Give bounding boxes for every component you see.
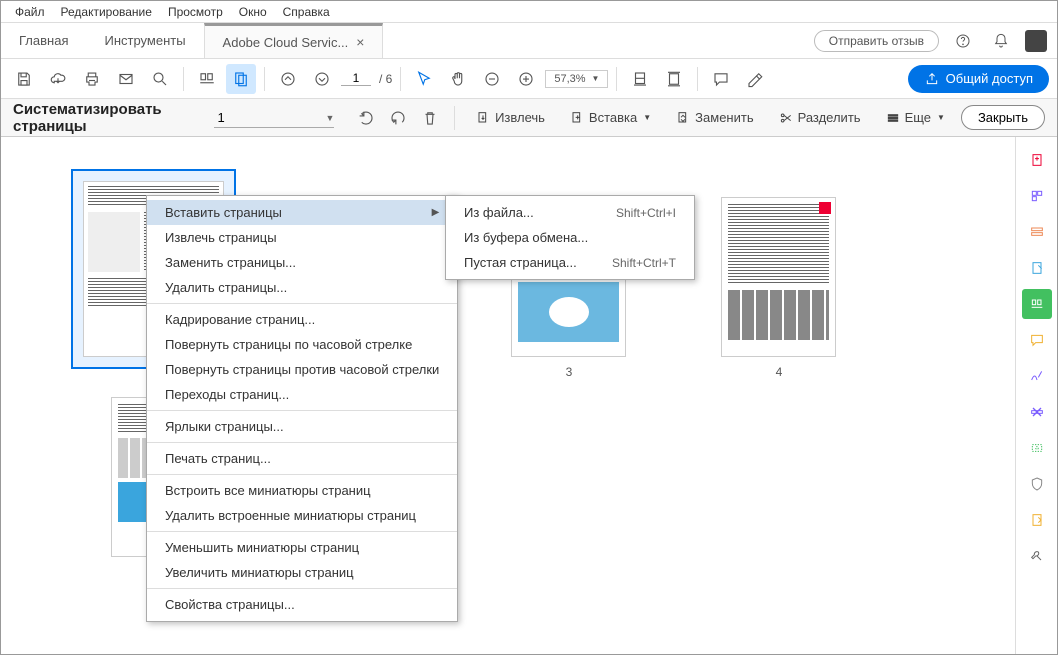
- organize-icon[interactable]: [192, 64, 222, 94]
- submenu-from-file[interactable]: Из файла...Shift+Ctrl+I: [446, 200, 694, 225]
- cloud-icon[interactable]: [43, 64, 73, 94]
- menu-replace-pages[interactable]: Заменить страницы...: [147, 250, 457, 275]
- search-icon[interactable]: [145, 64, 175, 94]
- menu-extract-pages[interactable]: Извлечь страницы: [147, 225, 457, 250]
- menu-rotate-ccw[interactable]: Повернуть страницы против часовой стрелк…: [147, 357, 457, 382]
- menu-file[interactable]: Файл: [9, 3, 51, 21]
- rp-organize-icon[interactable]: [1022, 289, 1052, 319]
- submenu-blank-page[interactable]: Пустая страница...Shift+Ctrl+T: [446, 250, 694, 275]
- bell-icon[interactable]: [987, 27, 1015, 55]
- fit-width-icon[interactable]: [625, 64, 655, 94]
- page-total: / 6: [379, 72, 392, 86]
- select-tool-icon[interactable]: [409, 64, 439, 94]
- tab-label: Adobe Cloud Servic...: [223, 35, 349, 50]
- main-area: 3 4 Вставить страницы▶ Из файла...Shift+…: [1, 137, 1057, 654]
- menubar: Файл Редактирование Просмотр Окно Справк…: [1, 1, 1057, 23]
- delete-icon[interactable]: [418, 103, 442, 133]
- tab-document[interactable]: Adobe Cloud Servic... ×: [204, 23, 384, 58]
- rp-create-pdf-icon[interactable]: [1022, 145, 1052, 175]
- rp-more-tools-icon[interactable]: [1022, 541, 1052, 571]
- menu-enlarge-thumbs[interactable]: Увеличить миниатюры страниц: [147, 560, 457, 585]
- mail-icon[interactable]: [111, 64, 141, 94]
- close-button[interactable]: Закрыть: [961, 105, 1045, 130]
- zoom-in-icon[interactable]: [511, 64, 541, 94]
- close-icon[interactable]: ×: [356, 34, 364, 50]
- rp-edit-pdf-icon[interactable]: [1022, 181, 1052, 211]
- thumbnail-label-3: 3: [504, 365, 634, 379]
- organize-toolbar: Систематизировать страницы ▼ Извлечь Вст…: [1, 99, 1057, 137]
- help-icon[interactable]: [949, 27, 977, 55]
- avatar[interactable]: [1025, 30, 1047, 52]
- split-button[interactable]: Разделить: [770, 106, 869, 130]
- submenu-insert: Из файла...Shift+Ctrl+I Из буфера обмена…: [445, 195, 695, 280]
- page-number-input[interactable]: [341, 71, 371, 86]
- submenu-from-clipboard[interactable]: Из буфера обмена...: [446, 225, 694, 250]
- menu-view[interactable]: Просмотр: [162, 3, 229, 21]
- rp-export-icon[interactable]: [1022, 217, 1052, 247]
- menu-insert-pages[interactable]: Вставить страницы▶ Из файла...Shift+Ctrl…: [147, 200, 457, 225]
- tab-tools[interactable]: Инструменты: [86, 23, 203, 58]
- page-range-select[interactable]: [214, 108, 334, 128]
- menu-transitions[interactable]: Переходы страниц...: [147, 382, 457, 407]
- thumbnail-label-4: 4: [714, 365, 844, 379]
- menu-help[interactable]: Справка: [277, 3, 336, 21]
- menu-rotate-cw[interactable]: Повернуть страницы по часовой стрелке: [147, 332, 457, 357]
- menu-embed-thumbs[interactable]: Встроить все миниатюры страниц: [147, 478, 457, 503]
- page-up-icon[interactable]: [273, 64, 303, 94]
- menu-edit[interactable]: Редактирование: [55, 3, 158, 21]
- menu-delete-pages[interactable]: Удалить страницы...: [147, 275, 457, 300]
- menu-reduce-thumbs[interactable]: Уменьшить миниатюры страниц: [147, 535, 457, 560]
- zoom-dropdown[interactable]: 57,3%▼: [545, 70, 608, 88]
- context-menu: Вставить страницы▶ Из файла...Shift+Ctrl…: [146, 195, 458, 622]
- menu-page-properties[interactable]: Свойства страницы...: [147, 592, 457, 617]
- hand-tool-icon[interactable]: [443, 64, 473, 94]
- rp-protect-icon[interactable]: [1022, 433, 1052, 463]
- extract-button[interactable]: Извлечь: [467, 106, 553, 130]
- rotate-right-icon[interactable]: [386, 103, 410, 133]
- fit-page-icon[interactable]: [659, 64, 689, 94]
- tabbar: Главная Инструменты Adobe Cloud Servic..…: [1, 23, 1057, 59]
- menu-window[interactable]: Окно: [233, 3, 273, 21]
- rp-comment-icon[interactable]: [1022, 253, 1052, 283]
- rp-compress-icon[interactable]: [1022, 505, 1052, 535]
- page-down-icon[interactable]: [307, 64, 337, 94]
- replace-button[interactable]: Заменить: [667, 106, 761, 130]
- rotate-left-icon[interactable]: [354, 103, 378, 133]
- save-icon[interactable]: [9, 64, 39, 94]
- thumbnails-icon[interactable]: [226, 64, 256, 94]
- menu-page-labels[interactable]: Ярлыки страницы...: [147, 414, 457, 439]
- comment-icon[interactable]: [706, 64, 736, 94]
- menu-print-pages[interactable]: Печать страниц...: [147, 446, 457, 471]
- feedback-button[interactable]: Отправить отзыв: [814, 30, 939, 52]
- print-icon[interactable]: [77, 64, 107, 94]
- page-canvas[interactable]: 3 4 Вставить страницы▶ Из файла...Shift+…: [1, 137, 1015, 654]
- more-dropdown[interactable]: Еще▼: [877, 106, 953, 130]
- right-panel: [1015, 137, 1057, 654]
- zoom-out-icon[interactable]: [477, 64, 507, 94]
- menu-crop-pages[interactable]: Кадрирование страниц...: [147, 307, 457, 332]
- menu-remove-embedded[interactable]: Удалить встроенные миниатюры страниц: [147, 503, 457, 528]
- rp-shield-icon[interactable]: [1022, 469, 1052, 499]
- rp-fill-sign-icon[interactable]: [1022, 325, 1052, 355]
- share-button[interactable]: Общий доступ: [908, 65, 1049, 93]
- thumbnail-page-4[interactable]: [721, 197, 836, 357]
- rp-redact-icon[interactable]: [1022, 397, 1052, 427]
- rp-sign-icon[interactable]: [1022, 361, 1052, 391]
- toolbar: / 6 57,3%▼ Общий доступ: [1, 59, 1057, 99]
- insert-dropdown[interactable]: Вставка▼: [561, 106, 659, 130]
- tab-home[interactable]: Главная: [1, 23, 86, 58]
- highlight-icon[interactable]: [740, 64, 770, 94]
- organize-title: Систематизировать страницы: [13, 101, 194, 135]
